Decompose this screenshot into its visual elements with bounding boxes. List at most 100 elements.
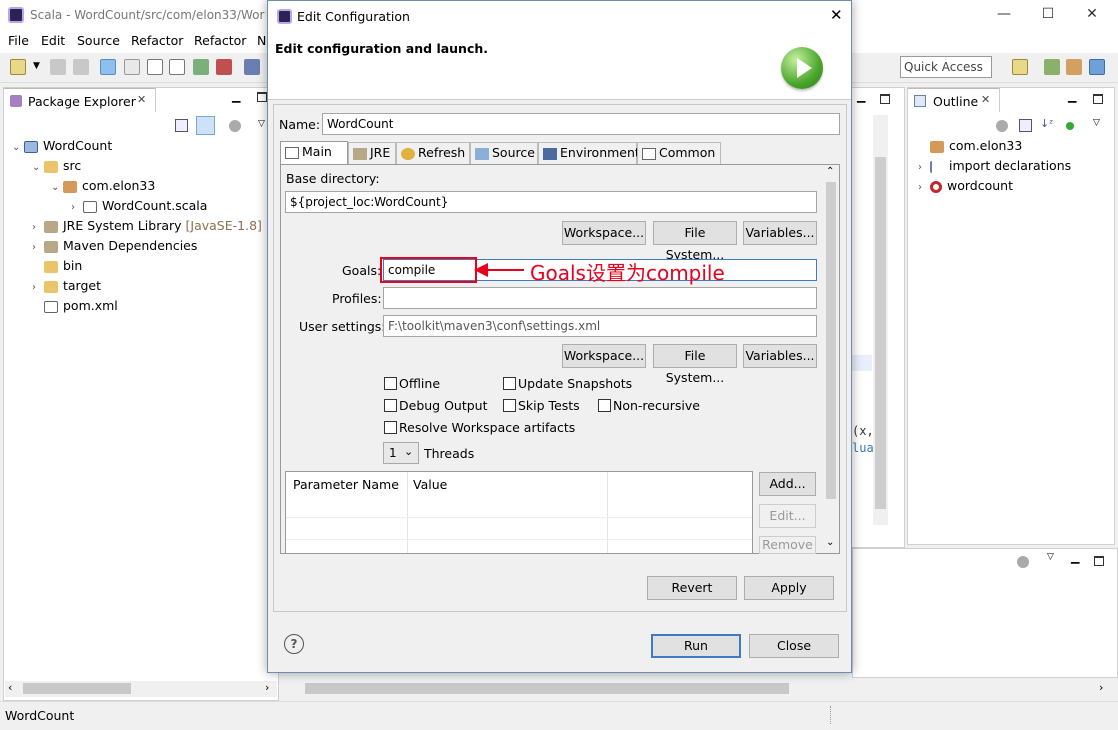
debug-output-checkbox[interactable] [384,399,397,412]
menu-edit[interactable]: Edit [41,33,65,48]
maximize-view-icon[interactable] [1093,94,1103,104]
quick-access-input[interactable]: Quick Access [900,56,992,78]
outline-item-package[interactable]: com.elon33 [918,136,1022,156]
workspace-button-2[interactable]: Workspace... [562,344,646,368]
tree-item-jre[interactable]: › JRE System Library [JavaSE-1.8] [32,216,262,236]
scroll-thumb[interactable] [826,182,836,499]
outline-tab[interactable]: Outline ✕ [908,88,1000,112]
filter-icon[interactable] [229,120,241,132]
add-parameter-button[interactable]: Add... [759,472,816,496]
tree-item-scala-file[interactable]: › WordCount.scala [71,196,207,216]
package-explorer-tab[interactable]: Package Explorer ✕ [4,88,156,112]
collapsed-chevron-icon[interactable]: › [32,278,44,298]
mark-occurrences-icon[interactable] [124,59,140,75]
open-console-icon[interactable] [244,59,260,75]
collapsed-chevron-icon[interactable]: › [918,158,930,178]
console-tool-icon[interactable] [1017,556,1029,568]
toggle-icon[interactable] [100,59,116,75]
editor-hscrollbar[interactable]: › [287,681,1113,697]
parameter-table[interactable]: Parameter Name Value [285,471,753,554]
menu-navigate[interactable]: N [257,33,266,48]
scroll-right-icon[interactable]: › [1099,681,1103,694]
java-perspective-icon[interactable] [1066,59,1082,75]
menu-source[interactable]: Source [77,33,120,48]
collapse-all-icon[interactable] [1019,119,1032,132]
variables-button-2[interactable]: Variables... [743,344,817,368]
console-minimize-icon[interactable]: ▁ [1071,551,1079,564]
new-icon[interactable] [10,59,26,75]
view-menu-icon[interactable]: ▽ [1093,118,1100,128]
horizontal-scrollbar[interactable]: ‹ › [5,681,277,697]
close-window-button[interactable]: ✕ [1082,6,1102,22]
remove-parameter-button[interactable]: Remove [759,536,816,554]
tab-refresh[interactable]: Refresh [396,142,470,164]
expanded-chevron-icon[interactable]: ⌄ [12,138,24,158]
tree-item-maven[interactable]: › Maven Dependencies [32,236,197,256]
menu-refactor[interactable]: Refactor [131,33,183,48]
update-snapshots-checkbox[interactable] [503,377,516,390]
scroll-down-icon[interactable]: ⌄ [826,537,834,548]
tab-environment[interactable]: Environment [538,142,640,164]
tree-item-bin[interactable]: bin [32,256,82,276]
workspace-button[interactable]: Workspace... [562,221,646,245]
tab-common[interactable]: Common [637,142,721,164]
hide-fields-icon[interactable] [1066,122,1074,130]
menu-refactor-2[interactable]: Refactor [194,33,246,48]
scroll-left-icon[interactable]: ‹ [8,681,12,694]
open-perspective-icon[interactable] [1012,59,1028,75]
menu-file[interactable]: File [8,33,29,48]
scroll-right-icon[interactable]: › [265,681,269,694]
tab-source[interactable]: Source [470,142,538,164]
collapsed-chevron-icon[interactable]: › [32,238,44,258]
scroll-thumb[interactable] [23,683,131,694]
expanded-chevron-icon[interactable]: ⌄ [51,178,63,198]
view-menu-icon[interactable]: ▽ [258,119,265,129]
name-input[interactable]: WordCount [322,113,840,135]
outline-item-imports[interactable]: › import declarations [918,156,1071,176]
close-button[interactable]: Close [749,634,839,658]
new-scala-icon[interactable] [193,59,209,75]
user-settings-input[interactable]: F:\toolkit\maven3\conf\settings.xml [383,315,817,337]
new-package-icon[interactable] [216,59,232,75]
scala-perspective-icon[interactable] [1089,59,1105,75]
profiles-input[interactable] [383,287,817,309]
outline-tool-icon[interactable] [996,120,1008,132]
debug-perspective-icon[interactable] [1044,59,1060,75]
revert-button[interactable]: Revert [647,576,737,600]
new-dropdown-icon[interactable]: ▼ [33,61,40,71]
outline-item-wordcount[interactable]: › wordcount [918,176,1013,196]
skip-tests-checkbox[interactable] [503,399,516,412]
properties-icon[interactable] [169,59,185,75]
save-icon[interactable] [50,59,66,75]
help-icon[interactable]: ? [284,634,304,654]
resolve-workspace-checkbox[interactable] [384,421,397,434]
sort-icon[interactable]: ↓ᶻ [1040,117,1053,130]
expanded-chevron-icon[interactable]: ⌄ [32,158,44,178]
apply-button[interactable]: Apply [744,576,834,600]
console-menu-icon[interactable]: ▽ [1047,552,1054,562]
file-system-button-2[interactable]: File System... [653,344,737,385]
tab-main[interactable]: Main [280,141,348,165]
maximize-view-icon[interactable] [257,92,267,102]
collapsed-chevron-icon[interactable]: › [918,178,930,198]
link-editor-icon[interactable] [196,116,215,135]
file-system-button[interactable]: File System... [653,221,737,262]
tree-item-pom[interactable]: pom.xml [32,296,118,316]
run-button[interactable]: Run [651,634,741,658]
non-recursive-checkbox[interactable] [598,399,611,412]
offline-checkbox[interactable] [384,377,397,390]
minimize-view-icon[interactable]: ▁ [1068,90,1076,103]
content-vscrollbar[interactable]: ⌃ ⌄ [823,165,839,553]
editor-maximize-icon[interactable] [880,94,890,104]
tree-item-project[interactable]: ⌄ WordCount [12,136,112,156]
collapsed-chevron-icon[interactable]: › [32,218,44,238]
scroll-thumb[interactable] [305,683,789,694]
editor-minimize-icon[interactable]: ▁ [857,90,865,103]
tree-item-package[interactable]: ⌄ com.elon33 [51,176,155,196]
scroll-up-icon[interactable]: ⌃ [826,166,834,177]
info-icon[interactable] [147,59,163,75]
dialog-close-icon[interactable]: ✕ [830,6,843,24]
minimize-view-icon[interactable]: ▁ [232,90,240,103]
close-view-icon[interactable]: ✕ [981,93,990,106]
console-maximize-icon[interactable] [1094,556,1104,566]
